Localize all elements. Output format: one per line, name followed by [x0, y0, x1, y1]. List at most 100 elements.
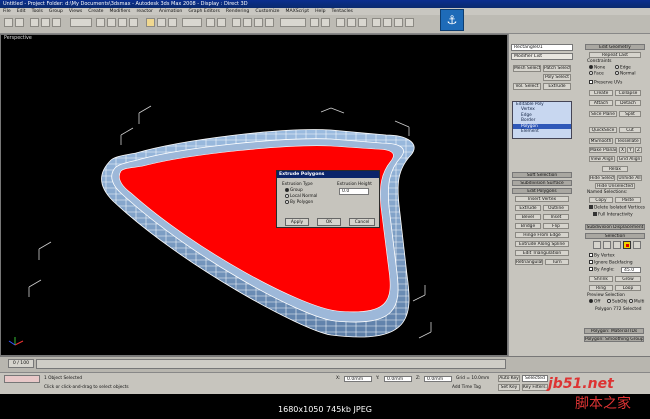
hinge-from-edge-button[interactable]: Hinge From Edge	[515, 232, 569, 238]
window-crossing-icon[interactable]	[129, 18, 138, 27]
select-and-move-icon[interactable]	[146, 18, 155, 27]
frame-counter[interactable]: 0 / 100	[8, 359, 34, 368]
paste-button[interactable]: Paste	[615, 197, 641, 203]
snaps-toggle-icon[interactable]	[232, 18, 241, 27]
selection-filter-dropdown[interactable]	[70, 18, 92, 27]
option-group[interactable]: Group	[285, 187, 303, 192]
stack-item-element[interactable]: Element	[513, 129, 571, 134]
make-planar-button[interactable]: Make Planar	[589, 147, 617, 153]
z-coordinate-field[interactable]: 0.0mm	[424, 376, 452, 382]
edit-polygons-rollout[interactable]: Edit Polygons	[512, 188, 572, 194]
select-object-icon[interactable]	[96, 18, 105, 27]
menu-create[interactable]: Create	[85, 9, 106, 14]
flip-button[interactable]: Flip	[543, 223, 569, 229]
full-interactivity-checkbox[interactable]: Full Interactivity	[593, 212, 633, 219]
soft-selection-rollout[interactable]: Soft Selection	[512, 172, 572, 178]
vol-select-button[interactable]: Vol. Select	[513, 83, 541, 90]
edit-triangulation-button[interactable]: Edit Triangulation	[515, 250, 569, 256]
poly-select-button[interactable]: Poly Select	[543, 74, 571, 81]
split-button[interactable]: Split	[619, 111, 641, 117]
msmooth-button[interactable]: MSmooth	[589, 138, 613, 144]
preview-subobj[interactable]: SubObj	[607, 299, 627, 306]
grid-align-button[interactable]: Grid Align	[617, 156, 642, 162]
turn-button[interactable]: Turn	[545, 259, 569, 265]
extrude-quick-button[interactable]: Extrude	[543, 83, 571, 90]
modifier-stack[interactable]: Editable Poly Vertex Edge Border Polygon…	[512, 101, 572, 139]
maxscript-listener[interactable]	[4, 375, 40, 383]
quickslice-button[interactable]: QuickSlice	[589, 127, 617, 133]
cancel-button[interactable]: Cancel	[349, 218, 375, 226]
attach-button[interactable]: Attach	[589, 100, 613, 106]
key-filters-button[interactable]: Key Filters...	[522, 384, 548, 391]
planar-z-button[interactable]: Z	[635, 147, 642, 153]
bridge-button[interactable]: Bridge	[515, 223, 541, 229]
curve-editor-icon[interactable]	[347, 18, 356, 27]
planar-x-button[interactable]: X	[619, 147, 626, 153]
menu-edit[interactable]: Edit	[14, 9, 29, 14]
subdivision-surface-rollout[interactable]: Subdivision Surface	[512, 180, 572, 186]
apply-button[interactable]: Apply	[285, 218, 309, 226]
copy-button[interactable]: Copy	[589, 197, 613, 203]
inset-button[interactable]: Inset	[543, 214, 569, 220]
select-and-scale-icon[interactable]	[168, 18, 177, 27]
ok-button[interactable]: OK	[317, 218, 341, 226]
hide-selected-button[interactable]: Hide Selected	[589, 175, 615, 181]
angle-input[interactable]: 45.0	[621, 267, 641, 273]
border-level-icon[interactable]	[613, 241, 621, 249]
polygon-level-icon[interactable]	[623, 241, 631, 249]
polygon-smoothing-groups-rollout[interactable]: Polygon: Smoothing Groups	[584, 336, 644, 342]
constraint-face[interactable]: Face	[589, 71, 604, 78]
preserve-uvs-checkbox[interactable]: Preserve UVs	[589, 80, 622, 87]
quick-render-icon[interactable]	[405, 18, 414, 27]
rectangular-selection-icon[interactable]	[118, 18, 127, 27]
select-and-rotate-icon[interactable]	[157, 18, 166, 27]
polygon-material-ids-rollout[interactable]: Polygon: Material IDs	[584, 328, 644, 334]
menu-animation[interactable]: Animation	[156, 9, 185, 14]
key-mode-dropdown[interactable]: Selected	[522, 375, 548, 382]
select-and-manipulate-icon[interactable]	[217, 18, 226, 27]
y-coordinate-field[interactable]: 0.0mm	[384, 376, 412, 382]
set-key-button[interactable]: Set Key	[498, 384, 520, 391]
hide-unselected-button[interactable]: Hide Unselected	[595, 183, 635, 189]
edit-geometry-rollout[interactable]: Edit Geometry	[585, 44, 645, 50]
constraint-normal[interactable]: Normal	[615, 71, 636, 78]
collapse-button[interactable]: Collapse	[615, 90, 641, 96]
element-level-icon[interactable]	[633, 241, 641, 249]
ring-button[interactable]: Ring	[589, 285, 613, 291]
link-icon[interactable]	[30, 18, 39, 27]
menu-maxscript[interactable]: MAXScript	[282, 9, 312, 14]
add-time-tag-button[interactable]: Add Time Tag	[452, 385, 481, 391]
extrude-button[interactable]: Extrude	[515, 205, 541, 211]
mirror-icon[interactable]	[310, 18, 319, 27]
reference-coordinate-dropdown[interactable]	[182, 18, 202, 27]
material-editor-icon[interactable]	[372, 18, 381, 27]
retriangulate-button[interactable]: Retriangulate	[515, 259, 543, 265]
option-by-polygon[interactable]: By Polygon	[285, 199, 313, 204]
extrude-along-spline-button[interactable]: Extrude Along Spline	[515, 241, 569, 247]
delete-isolated-checkbox[interactable]: Delete Isolated Vertices	[589, 205, 645, 212]
unlink-icon[interactable]	[41, 18, 50, 27]
planar-y-button[interactable]: Y	[627, 147, 634, 153]
slice-plane-button[interactable]: Slice Plane	[589, 111, 617, 117]
menu-tools[interactable]: Tools	[29, 9, 46, 14]
vertex-level-icon[interactable]	[593, 241, 601, 249]
by-vertex-checkbox[interactable]: By Vertex	[589, 253, 615, 260]
x-coordinate-field[interactable]: 0.0mm	[344, 376, 372, 382]
view-align-button[interactable]: View Align	[589, 156, 615, 162]
dialog-title[interactable]: Extrude Polygons	[277, 171, 379, 178]
auto-key-button[interactable]: Auto Key	[498, 375, 520, 382]
menu-help[interactable]: Help	[312, 9, 328, 14]
unhide-all-button[interactable]: Unhide All	[617, 175, 642, 181]
pivot-center-icon[interactable]	[206, 18, 215, 27]
patch-select-button[interactable]: Patch Select	[543, 65, 571, 72]
select-by-name-icon[interactable]	[107, 18, 116, 27]
cut-button[interactable]: Cut	[619, 127, 641, 133]
detach-button[interactable]: Detach	[615, 100, 641, 106]
menu-reactor[interactable]: reactor	[133, 9, 155, 14]
repeat-last-button[interactable]: Repeat Last	[589, 52, 641, 58]
ignore-backfacing-checkbox[interactable]: Ignore Backfacing	[589, 260, 633, 267]
grow-button[interactable]: Grow	[615, 276, 641, 282]
layer-manager-icon[interactable]	[336, 18, 345, 27]
relax-button[interactable]: Relax	[602, 166, 628, 172]
subdivision-displacement-rollout[interactable]: Subdivision Displacement	[585, 224, 645, 230]
